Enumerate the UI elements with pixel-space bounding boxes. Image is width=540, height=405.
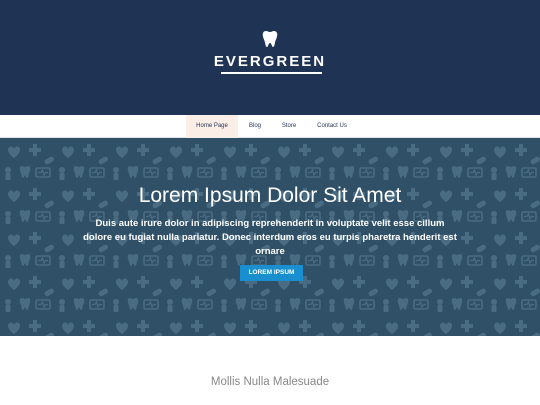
nav-item-home[interactable]: Home Page [186,115,238,138]
nav-item-store[interactable]: Store [274,115,304,138]
section-title: Mollis Nulla Malesuade [210,376,330,388]
hero-description: Duis aute irure dolor in adipiscing repr… [83,218,457,257]
hero-title: Lorem Ipsum Dolor Sit Amet [138,184,402,207]
brand-underline [221,72,322,74]
hero-cta-button[interactable]: LOREM IPSUM [240,265,303,281]
site-header: EVERGREEN [0,0,540,115]
nav-item-blog[interactable]: Blog [240,115,270,138]
brand-name[interactable]: EVERGREEN [0,53,540,70]
tooth-icon [262,31,278,47]
nav-item-contact[interactable]: Contact Us [310,115,354,138]
main-nav: Home Page Blog Store Contact Us [0,115,540,138]
